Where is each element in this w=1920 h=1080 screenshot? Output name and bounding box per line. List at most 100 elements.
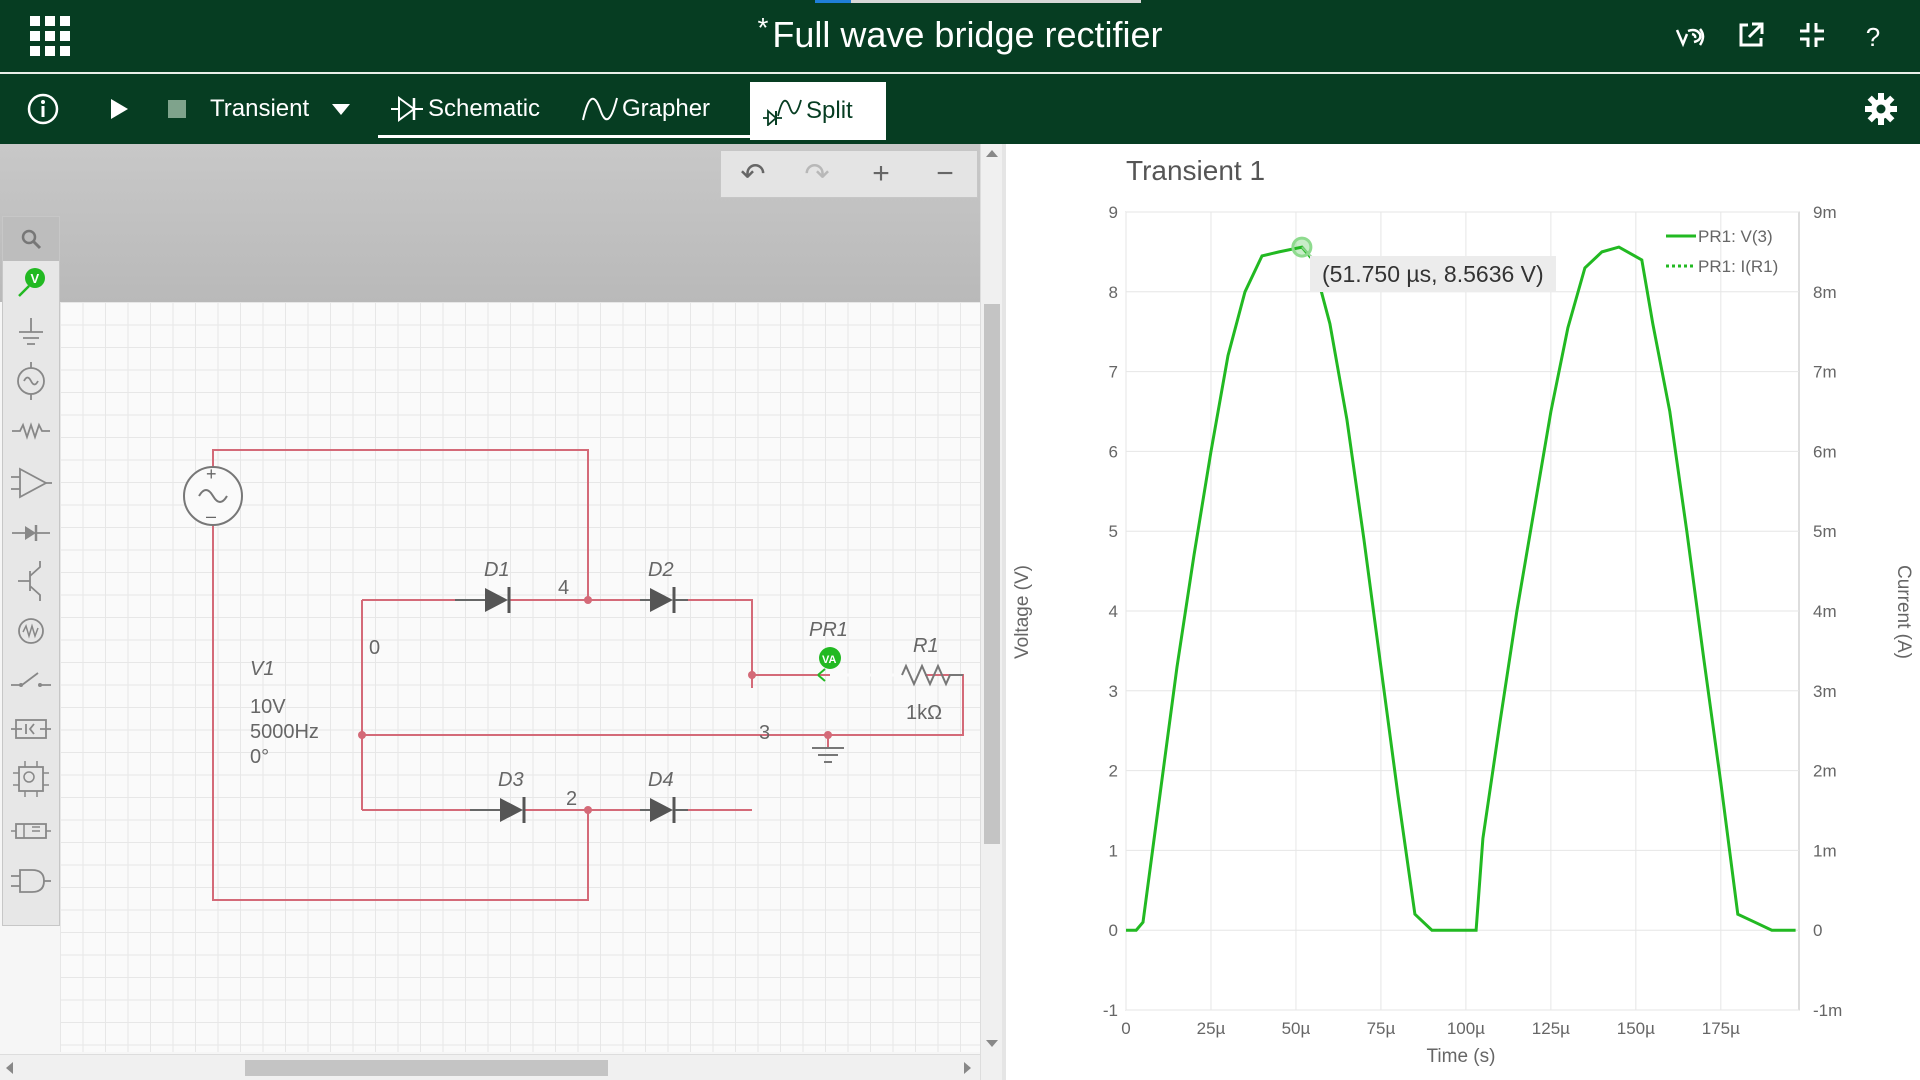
diode-d4[interactable]	[640, 797, 688, 823]
ac-source-v1[interactable]: + –	[183, 464, 243, 526]
ground-icon[interactable]	[3, 311, 59, 355]
settings-gear-icon[interactable]	[1862, 74, 1900, 144]
label-d3: D3	[498, 769, 524, 791]
svg-text:+: +	[206, 464, 217, 484]
play-icon[interactable]	[104, 74, 134, 144]
diode-d3[interactable]	[470, 797, 526, 823]
y-axis-label: Voltage (V)	[1012, 565, 1033, 659]
y2-tick-label: 3m	[1813, 682, 1837, 701]
module-icon[interactable]	[3, 809, 59, 853]
y2-tick-label: 0	[1813, 921, 1822, 940]
scroll-down-arrow[interactable]	[986, 1040, 998, 1047]
tab-grapher-label: Grapher	[622, 94, 711, 122]
label-r1-value: 1kΩ	[906, 702, 942, 724]
y2-axis-label: Current (A)	[1893, 565, 1914, 659]
y2-tick-label: 1m	[1813, 841, 1837, 860]
voltage-probe-icon[interactable]: V	[3, 261, 59, 305]
tab-indicator-active	[815, 0, 851, 3]
document-title-text: Full wave bridge rectifier	[772, 14, 1163, 55]
y2-tick-label: 9m	[1813, 203, 1837, 222]
diode-d1[interactable]	[455, 587, 511, 613]
open-external-icon[interactable]	[1734, 20, 1768, 54]
diode-d2[interactable]	[640, 587, 688, 613]
junction-dot	[358, 731, 366, 739]
scroll-left-arrow[interactable]	[6, 1062, 13, 1074]
modified-indicator: *	[757, 12, 769, 43]
circuit-drawing[interactable]: + – VA D1 D2 D3 D4 0 4 3 2 V1 10V 5000Hz…	[0, 144, 980, 1054]
help-icon[interactable]: ?	[1856, 20, 1890, 54]
x-tick-label: 25µ	[1197, 1019, 1226, 1038]
label-r1: R1	[913, 635, 939, 657]
diode-icon[interactable]	[3, 511, 59, 555]
x-tick-label: 150µ	[1617, 1019, 1655, 1038]
series-line-0	[1126, 245, 1796, 932]
label-v1-phase: 0°	[250, 746, 269, 768]
horizontal-scroll-thumb[interactable]	[245, 1060, 608, 1076]
y-tick-label: 3	[1109, 682, 1118, 701]
junction-dot	[824, 731, 832, 739]
transistor-icon[interactable]	[3, 559, 59, 603]
split-icon	[763, 99, 802, 126]
opamp-icon[interactable]	[3, 461, 59, 505]
y-tick-label: 5	[1109, 522, 1118, 541]
label-d4: D4	[648, 769, 674, 791]
x-tick-label: 0	[1121, 1019, 1130, 1038]
sine-wave-icon	[582, 97, 618, 120]
palette-probe-badge: V	[31, 271, 40, 286]
y-tick-label: 8	[1109, 283, 1118, 302]
lamp-icon[interactable]	[3, 609, 59, 653]
diode-icon	[391, 95, 423, 122]
analysis-type-select[interactable]: Transient	[210, 74, 370, 144]
relay-icon[interactable]	[3, 707, 59, 751]
component-palette: V	[2, 216, 60, 926]
ac-source-icon[interactable]	[3, 359, 59, 403]
x-tick-label: 50µ	[1282, 1019, 1311, 1038]
x-axis-label: Time (s)	[1427, 1046, 1496, 1067]
y2-tick-label: 6m	[1813, 442, 1837, 461]
scroll-right-arrow[interactable]	[964, 1062, 971, 1074]
vertical-scrollbar[interactable]	[980, 144, 1002, 1080]
tab-grapher[interactable]: Grapher	[570, 82, 750, 138]
y-tick-label: 0	[1109, 921, 1118, 940]
vertical-scroll-thumb[interactable]	[984, 304, 1000, 844]
chart-title: Transient 1	[1126, 155, 1265, 186]
resistor-r1[interactable]	[830, 663, 963, 687]
horizontal-scrollbar[interactable]	[0, 1054, 980, 1080]
hover-marker[interactable]	[1291, 236, 1313, 258]
stop-icon[interactable]	[164, 74, 190, 144]
app-header: * Full wave bridge rectifier ?	[0, 0, 1920, 72]
x-tick-label: 175µ	[1702, 1019, 1740, 1038]
svg-text:–: –	[206, 506, 216, 526]
info-icon[interactable]	[24, 74, 62, 144]
tab-schematic-label: Schematic	[428, 94, 541, 122]
document-title: * Full wave bridge rectifier	[0, 12, 1920, 56]
tab-split-label: Split	[806, 97, 853, 124]
grapher-panel[interactable]: Transient 1 -1 -1m 0 0 1 1m 2 2m 3 3m 4 4m 5 5m 6 6m 7 7m…	[1006, 144, 1920, 1080]
probe-voltage-icon[interactable]	[1674, 20, 1708, 54]
y-tick-label: 1	[1109, 841, 1118, 860]
resistor-icon[interactable]	[3, 409, 59, 453]
node-label-3: 3	[759, 722, 770, 744]
tab-split[interactable]: Split	[750, 82, 886, 140]
schematic-panel[interactable]: ↶ ↷ + − + – VA D1 D2 D3 D4 0 4 3 2 V1 10…	[0, 144, 1002, 1080]
node-label-2: 2	[566, 788, 577, 810]
logic-gate-icon[interactable]	[3, 859, 59, 903]
y2-tick-label: 7m	[1813, 363, 1837, 382]
collapse-icon[interactable]	[1795, 20, 1829, 54]
y2-tick-label: 5m	[1813, 522, 1837, 541]
dropdown-arrow-icon	[332, 104, 351, 115]
y2-tick-label: 8m	[1813, 283, 1837, 302]
node-label-4: 4	[558, 577, 569, 599]
ic-icon[interactable]	[3, 757, 59, 801]
label-d1: D1	[484, 559, 510, 581]
y2-tick-label: -1m	[1813, 1001, 1842, 1020]
legend-entry[interactable]: PR1: V(3)	[1698, 227, 1773, 246]
legend-entry[interactable]: PR1: I(R1)	[1698, 257, 1778, 276]
y-tick-label: 7	[1109, 363, 1118, 382]
switch-icon[interactable]	[3, 657, 59, 701]
label-d2: D2	[648, 559, 674, 581]
scroll-up-arrow[interactable]	[986, 150, 998, 157]
y2-tick-label: 2m	[1813, 762, 1837, 781]
tab-schematic[interactable]: Schematic	[378, 82, 570, 138]
search-icon[interactable]	[3, 217, 59, 261]
